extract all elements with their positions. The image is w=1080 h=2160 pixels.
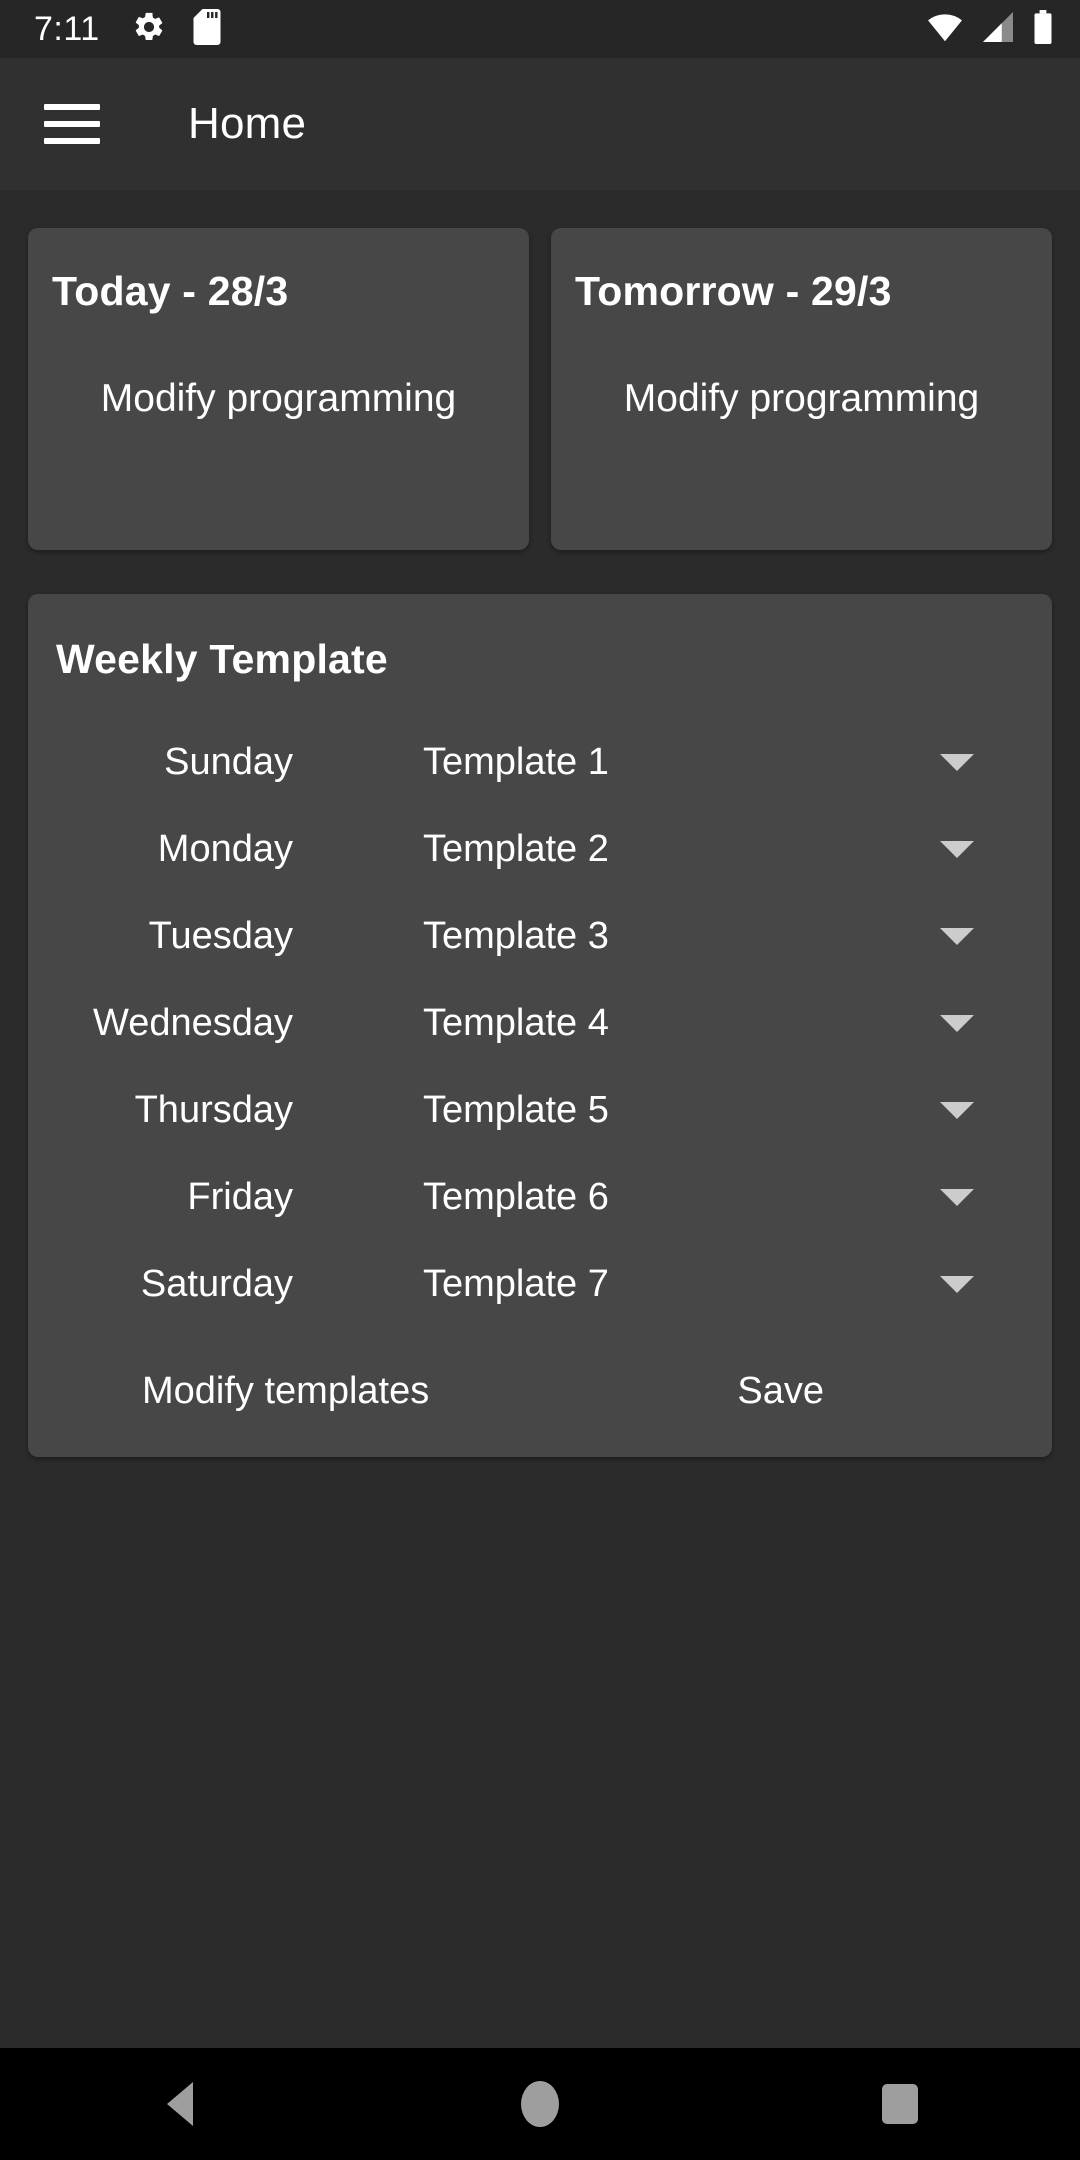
gear-icon (132, 10, 166, 49)
tomorrow-modify-programming-button[interactable]: Modify programming (575, 377, 1028, 421)
status-right-icon-group (926, 9, 1054, 49)
day-label-friday: Friday (187, 1176, 293, 1218)
weekly-template-title: Weekly Template (56, 636, 388, 682)
template-select-thursday[interactable]: Template 5 (423, 1089, 917, 1132)
table-row[interactable]: Tuesday Template 3 (28, 893, 1052, 980)
hamburger-bar (44, 138, 100, 144)
home-circle-icon[interactable] (470, 2048, 610, 2160)
back-triangle-icon[interactable] (110, 2048, 250, 2160)
tomorrow-card[interactable]: Tomorrow - 29/3 Modify programming (551, 228, 1052, 550)
chevron-down-icon[interactable] (917, 754, 997, 771)
today-card[interactable]: Today - 28/3 Modify programming (28, 228, 529, 550)
day-label-monday: Monday (157, 828, 293, 870)
status-bar: 7:11 (0, 0, 1080, 58)
today-modify-programming-button[interactable]: Modify programming (52, 377, 505, 421)
tomorrow-card-title: Tomorrow - 29/3 (575, 268, 892, 314)
recents-square-icon[interactable] (830, 2048, 970, 2160)
template-select-wednesday[interactable]: Template 4 (423, 1002, 917, 1045)
template-select-monday[interactable]: Template 2 (423, 828, 917, 871)
weekly-template-actions: Modify templates Save (28, 1370, 1052, 1413)
table-row[interactable]: Saturday Template 7 (28, 1241, 1052, 1328)
table-row[interactable]: Monday Template 2 (28, 806, 1052, 893)
weekly-template-card: Weekly Template Sunday Template 1 Monday… (28, 594, 1052, 1457)
status-left-icon-group (132, 8, 222, 50)
sd-card-icon (192, 8, 222, 50)
save-button[interactable]: Save (737, 1370, 824, 1413)
table-row[interactable]: Friday Template 6 (28, 1154, 1052, 1241)
hamburger-menu-icon[interactable] (44, 88, 116, 160)
chevron-down-icon[interactable] (917, 1015, 997, 1032)
day-cards-row: Today - 28/3 Modify programming Tomorrow… (28, 228, 1052, 550)
day-label-sunday: Sunday (164, 741, 293, 783)
chevron-down-icon[interactable] (917, 1102, 997, 1119)
day-label-tuesday: Tuesday (148, 915, 293, 957)
chevron-down-icon[interactable] (917, 1276, 997, 1293)
today-card-title: Today - 28/3 (52, 268, 289, 314)
cellular-signal-icon (980, 11, 1016, 47)
modify-templates-button[interactable]: Modify templates (142, 1370, 429, 1413)
template-select-friday[interactable]: Template 6 (423, 1176, 917, 1219)
status-clock: 7:11 (34, 10, 100, 48)
day-label-saturday: Saturday (140, 1263, 293, 1305)
table-row[interactable]: Wednesday Template 4 (28, 980, 1052, 1067)
day-label-thursday: Thursday (134, 1089, 293, 1131)
template-select-sunday[interactable]: Template 1 (423, 741, 917, 784)
table-row[interactable]: Sunday Template 1 (28, 719, 1052, 806)
chevron-down-icon[interactable] (917, 841, 997, 858)
wifi-icon (926, 12, 964, 47)
phone-screen: 7:11 Home Today - 28/3 Modify programmin… (0, 0, 1080, 2160)
weekly-template-rows: Sunday Template 1 Monday Template 2 Tues… (28, 719, 1052, 1328)
main-content: Today - 28/3 Modify programming Tomorrow… (0, 190, 1080, 2048)
page-title: Home (188, 99, 307, 148)
template-select-saturday[interactable]: Template 7 (423, 1263, 917, 1306)
day-label-wednesday: Wednesday (93, 1002, 293, 1044)
chevron-down-icon[interactable] (917, 928, 997, 945)
battery-icon (1032, 9, 1054, 49)
app-bar: Home (0, 58, 1080, 190)
template-select-tuesday[interactable]: Template 3 (423, 915, 917, 958)
android-navigation-bar (0, 2048, 1080, 2160)
hamburger-bar (44, 121, 100, 127)
hamburger-bar (44, 104, 100, 110)
chevron-down-icon[interactable] (917, 1189, 997, 1206)
table-row[interactable]: Thursday Template 5 (28, 1067, 1052, 1154)
